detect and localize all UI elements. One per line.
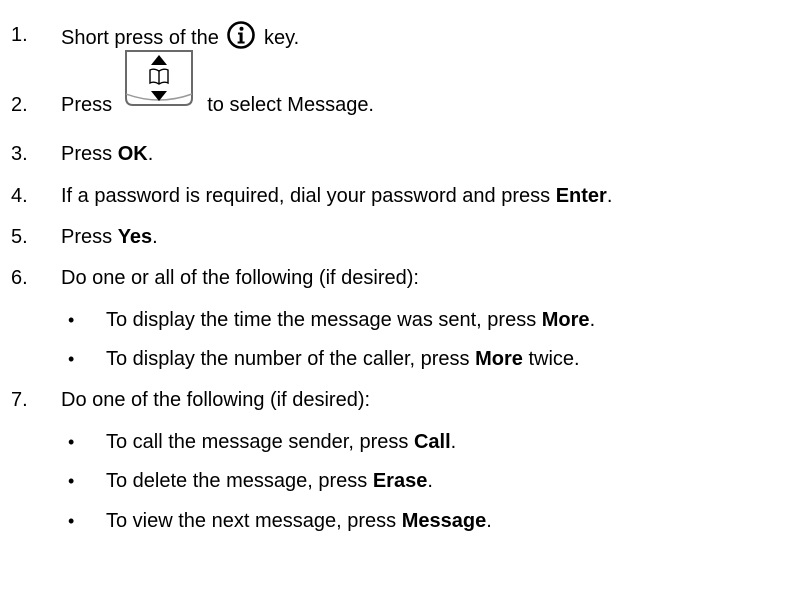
bullet-text-post: . (486, 510, 492, 532)
step-text-pre: Press (61, 94, 118, 116)
bullet-text: To view the next message, press Message. (106, 506, 492, 536)
step-text-pre: Short press of the (61, 27, 225, 49)
step-text-pre: Press (61, 143, 118, 165)
info-circle-icon (227, 21, 256, 49)
bullet-text: To call the message sender, press Call. (106, 427, 456, 457)
step-text-post: to select Message. (201, 94, 374, 116)
bullet-text: To display the time the message was sent… (106, 305, 595, 335)
bullet: • (68, 432, 75, 452)
step-number: 1. (11, 24, 28, 46)
step-text-pre: If a password is required, dial your pas… (61, 185, 556, 207)
step-text-post: . (152, 226, 158, 248)
bullet-text-post: . (427, 470, 433, 492)
key-label-ok: OK (117, 143, 148, 165)
key-label-message: Message (401, 510, 487, 532)
step-text: Press Yes. (61, 222, 158, 252)
bullet-text-pre: To display the number of the caller, pre… (106, 348, 476, 370)
bullet-text-pre: To call the message sender, press (106, 431, 414, 453)
step-number: 2. (11, 94, 28, 116)
step-text-post: . (147, 143, 154, 165)
key-label-more: More (475, 348, 523, 370)
step-text: Do one or all of the following (if desir… (61, 267, 419, 289)
step-text: Do one of the following (if desired): (61, 389, 371, 411)
bullet-text: To display the number of the caller, pre… (106, 344, 580, 374)
key-label-more: More (541, 309, 590, 331)
bullet: • (68, 349, 75, 369)
bullet: • (68, 310, 75, 330)
up-down-phonebook-key-icon (125, 50, 193, 106)
step-text-post: key. (258, 27, 300, 49)
step-text-post: . (606, 185, 613, 207)
step-text: If a password is required, dial your pas… (61, 181, 612, 211)
step-number: 5. (11, 226, 28, 248)
bullet-text-post: . (450, 431, 457, 453)
bullet-text-pre: To view the next message, press (106, 510, 402, 532)
step-text: Press OK. (61, 139, 153, 169)
bullet-text: To delete the message, press Erase. (106, 466, 433, 496)
step-text-pre: Press (61, 226, 118, 248)
step-text: Press to select Message. (61, 50, 374, 120)
bullet-text-post: twice. (522, 348, 580, 370)
bullet: • (68, 471, 75, 491)
step-number: 7. (11, 389, 28, 411)
step-number: 3. (11, 143, 28, 165)
bullet-text-pre: To delete the message, press (106, 470, 373, 492)
bullet-text-pre: To display the time the message was sent… (106, 309, 542, 331)
key-label-enter: Enter (555, 185, 607, 207)
bullet-text-post: . (589, 309, 596, 331)
step-number: 6. (11, 267, 28, 289)
step-number: 4. (11, 185, 28, 207)
key-label-erase: Erase (372, 470, 428, 492)
key-label-call: Call (413, 431, 451, 453)
key-label-yes: Yes (117, 226, 153, 248)
bullet: • (68, 511, 75, 531)
